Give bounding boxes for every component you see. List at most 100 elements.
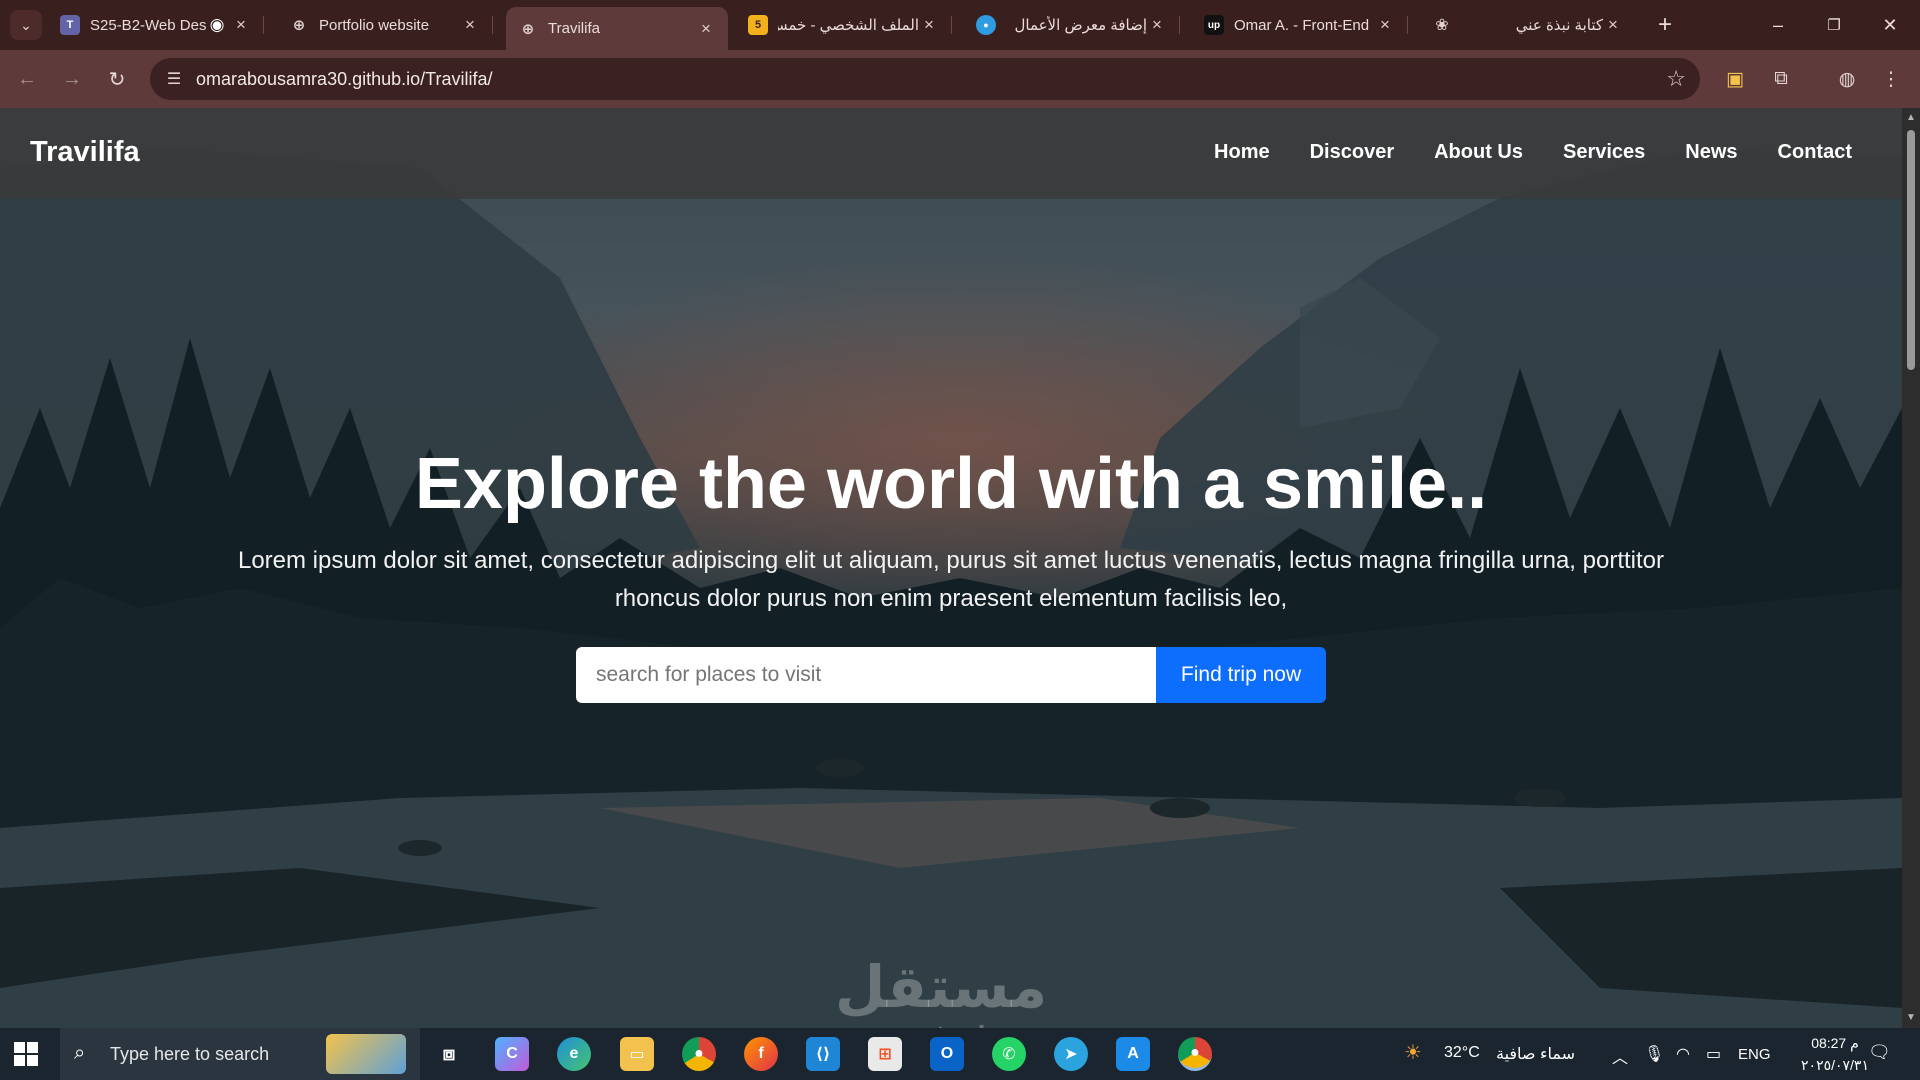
browser-tab-strip: ⌄ T S25-B2-Web Des ◉ × ⊕ Portfolio websi… bbox=[0, 0, 1920, 50]
taskbar-search-box[interactable]: ⌕ Type here to search bbox=[60, 1028, 420, 1080]
site-info-icon[interactable]: ☰ bbox=[162, 67, 186, 91]
microsoft-store-icon[interactable]: ⊞ bbox=[868, 1037, 902, 1071]
recording-icon: ◉ bbox=[209, 15, 225, 34]
tab-separator bbox=[1407, 16, 1408, 34]
tab-label: Portfolio website bbox=[319, 16, 430, 34]
windows-taskbar: ⌕ Type here to search ⧈ C e ▭ ● f ⟨⟩ ⊞ O… bbox=[0, 1028, 1920, 1080]
close-icon[interactable]: × bbox=[460, 15, 480, 35]
tab-separator bbox=[263, 16, 264, 34]
watermark-arabic: مستقل bbox=[835, 953, 1048, 1021]
tab-search-button[interactable]: ⌄ bbox=[10, 10, 42, 40]
address-bar[interactable]: ☰ omarabousamra30.github.io/Travilifa/ ☆ bbox=[150, 58, 1700, 100]
telegram-icon[interactable]: ➤ bbox=[1054, 1037, 1088, 1071]
tab-label: كتابة نبذة عني bbox=[1515, 17, 1603, 34]
nav-link-services[interactable]: Services bbox=[1563, 141, 1645, 164]
find-trip-button[interactable]: Find trip now bbox=[1156, 647, 1326, 703]
tab-separator bbox=[951, 16, 952, 34]
tab-separator bbox=[1179, 16, 1180, 34]
nav-link-discover[interactable]: Discover bbox=[1310, 141, 1395, 164]
close-icon[interactable]: × bbox=[919, 15, 939, 35]
extension-icon[interactable]: ▣ bbox=[1720, 64, 1750, 94]
back-button[interactable]: ← bbox=[12, 64, 42, 94]
browser-toolbar: ← → ↻ ☰ omarabousamra30.github.io/Travil… bbox=[0, 50, 1920, 108]
hero-title: Explore the world with a smile.. bbox=[414, 444, 1488, 524]
tab-portfolio[interactable]: ⊕ Portfolio website × bbox=[277, 7, 493, 43]
tab-label: Omar A. - Front-End bbox=[1234, 16, 1370, 34]
notification-center-icon[interactable]: 🗨 bbox=[1868, 1042, 1891, 1063]
nav-link-home[interactable]: Home bbox=[1214, 141, 1270, 164]
khamsat-icon: 5 bbox=[748, 15, 768, 35]
copilot-icon[interactable]: C bbox=[495, 1037, 529, 1071]
tab-upwork[interactable]: up Omar A. - Front-End × bbox=[1192, 7, 1408, 43]
page-viewport: Travilifa Home Discover About Us Service… bbox=[0, 108, 1902, 1028]
forward-button[interactable]: → bbox=[57, 64, 87, 94]
trip-search-form: Find trip now bbox=[576, 647, 1326, 703]
app-store-a-icon[interactable]: A bbox=[1116, 1037, 1150, 1071]
close-window-button[interactable]: ✕ bbox=[1862, 0, 1918, 50]
outlook-icon[interactable]: O bbox=[930, 1037, 964, 1071]
menu-kebab-icon[interactable]: ⋮ bbox=[1876, 64, 1906, 94]
globe-icon: ⊕ bbox=[292, 17, 306, 34]
firefox-icon[interactable]: f bbox=[744, 1037, 778, 1071]
watermark-latin: mostaql.com bbox=[878, 1020, 1051, 1028]
chrome-icon[interactable]: ● bbox=[682, 1037, 716, 1071]
microphone-icon[interactable]: 🎙 bbox=[1644, 1044, 1664, 1064]
tab-label: S25-B2-Web Des bbox=[90, 16, 207, 34]
windows-start-icon[interactable] bbox=[14, 1042, 38, 1066]
extensions-puzzle-icon[interactable]: ⧉ bbox=[1766, 64, 1796, 94]
vscode-icon[interactable]: ⟨⟩ bbox=[806, 1037, 840, 1071]
nav-link-contact[interactable]: Contact bbox=[1778, 141, 1852, 164]
places-search-input[interactable] bbox=[576, 647, 1156, 703]
chrome-active-icon[interactable]: ● bbox=[1178, 1037, 1212, 1071]
search-highlight-image bbox=[326, 1034, 406, 1074]
tab-mostaql[interactable]: ● إضافة معرض الأعمال × bbox=[964, 7, 1180, 43]
taskbar-search-placeholder: Type here to search bbox=[110, 1044, 270, 1064]
tab-chatgpt[interactable]: ❀ كتابة نبذة عني × bbox=[1420, 7, 1635, 43]
task-view-icon[interactable]: ⧈ bbox=[432, 1037, 466, 1071]
close-icon[interactable]: × bbox=[1147, 15, 1167, 35]
nav-link-about-us[interactable]: About Us bbox=[1434, 141, 1523, 164]
search-icon: ⌕ bbox=[74, 1042, 86, 1064]
close-icon[interactable]: × bbox=[1375, 15, 1395, 35]
url-text: omarabousamra30.github.io/Travilifa/ bbox=[196, 69, 493, 89]
whatsapp-icon[interactable]: ✆ bbox=[992, 1037, 1026, 1071]
tab-separator bbox=[492, 16, 493, 34]
globe-icon: ⊕ bbox=[521, 20, 535, 38]
upwork-icon: up bbox=[1204, 15, 1224, 35]
teams-icon: T bbox=[60, 15, 80, 35]
weather-icon[interactable]: ☀ bbox=[1404, 1040, 1422, 1065]
wifi-icon[interactable]: ◠ bbox=[1676, 1044, 1690, 1064]
page-scrollbar[interactable]: ▲ ▼ bbox=[1902, 108, 1920, 1028]
minimize-button[interactable]: – bbox=[1750, 0, 1806, 50]
weather-description[interactable]: سماء صافية bbox=[1496, 1044, 1575, 1064]
nav-link-news[interactable]: News bbox=[1685, 141, 1737, 164]
new-tab-button[interactable]: + bbox=[1650, 10, 1680, 40]
battery-icon[interactable]: ▭ bbox=[1706, 1044, 1721, 1064]
close-icon[interactable]: × bbox=[696, 19, 716, 39]
chatgpt-icon: ❀ bbox=[1435, 17, 1449, 34]
tab-teams[interactable]: T S25-B2-Web Des ◉ × bbox=[48, 7, 264, 43]
mostaql-icon: ● bbox=[976, 15, 996, 35]
language-indicator[interactable]: ENG bbox=[1738, 1046, 1771, 1063]
scroll-up-arrow-icon[interactable]: ▲ bbox=[1905, 112, 1917, 124]
scroll-down-arrow-icon[interactable]: ▼ bbox=[1905, 1012, 1917, 1024]
profile-avatar[interactable]: ◍ bbox=[1832, 64, 1862, 94]
tab-label: Travilifa bbox=[548, 20, 600, 37]
tray-chevron-up-icon[interactable]: ︿ bbox=[1612, 1044, 1628, 1068]
tab-label: إضافة معرض الأعمال bbox=[1014, 17, 1147, 34]
close-icon[interactable]: × bbox=[1603, 15, 1623, 35]
file-explorer-icon[interactable]: ▭ bbox=[620, 1037, 654, 1071]
site-navbar: Travilifa Home Discover About Us Service… bbox=[0, 108, 1902, 199]
weather-temperature[interactable]: 32°C bbox=[1444, 1044, 1480, 1062]
bookmark-star-icon[interactable]: ☆ bbox=[1666, 66, 1686, 92]
restore-button[interactable]: ❐ bbox=[1806, 0, 1862, 50]
reload-button[interactable]: ↻ bbox=[102, 64, 132, 94]
tab-travilifa[interactable]: ⊕ Travilifa × bbox=[506, 7, 728, 50]
edge-icon[interactable]: e bbox=[557, 1037, 591, 1071]
tab-label: الملف الشخصي - خمس bbox=[778, 17, 919, 34]
scroll-thumb[interactable] bbox=[1907, 130, 1915, 370]
nav-links: Home Discover About Us Services News Con… bbox=[1214, 141, 1852, 164]
site-brand[interactable]: Travilifa bbox=[30, 136, 140, 169]
tab-khamsat[interactable]: 5 الملف الشخصي - خمس × bbox=[736, 7, 952, 43]
close-icon[interactable]: × bbox=[231, 15, 251, 35]
